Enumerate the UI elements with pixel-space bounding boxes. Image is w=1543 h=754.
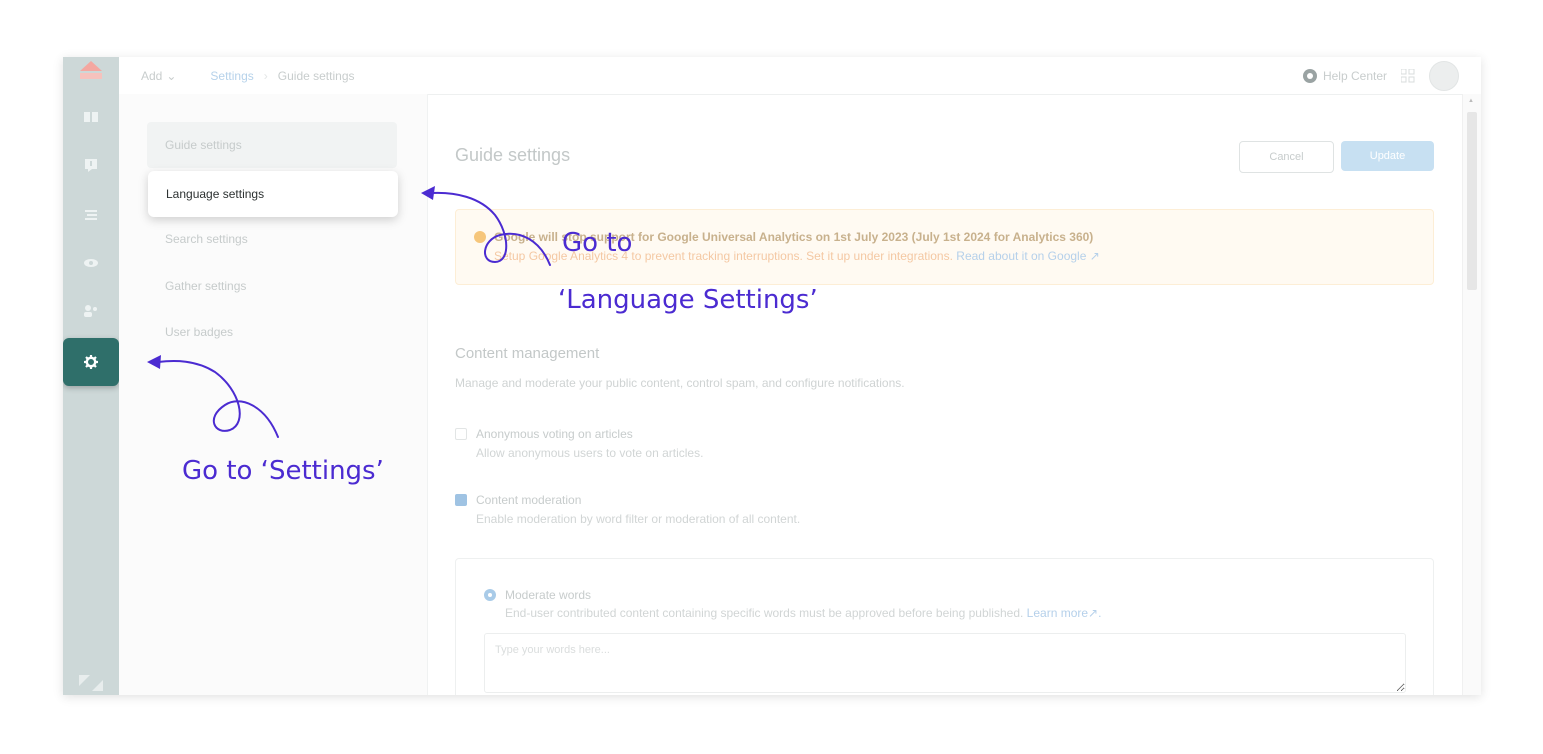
breadcrumb-current: Guide settings [277, 68, 355, 83]
lifebuoy-icon [1302, 68, 1317, 83]
moderate-words-label: Moderate words [505, 588, 592, 602]
anonymous-voting-checkbox[interactable] [455, 428, 467, 440]
subnav-item-gather-settings[interactable]: Gather settings [147, 263, 397, 309]
warning-icon [474, 231, 486, 243]
nav-settings[interactable] [63, 338, 119, 386]
anonymous-voting-description: Allow anonymous users to vote on article… [476, 446, 704, 460]
scrollbar-thumb[interactable] [1467, 112, 1477, 290]
content-moderation-label: Content moderation [476, 493, 582, 507]
main-content: Guide settings Cancel Update Google will… [427, 94, 1462, 695]
subnav-item-guide-settings[interactable]: Guide settings [147, 122, 397, 168]
guide-logo-icon[interactable] [80, 61, 102, 81]
annotation-go-to-settings: Go to ‘Settings’ [182, 456, 384, 486]
left-rail [63, 57, 119, 695]
update-button[interactable]: Update [1341, 141, 1434, 171]
moderate-words-description: End-user contributed content containing … [505, 606, 1101, 620]
nav-preview-icon[interactable] [63, 243, 119, 283]
app-window: Add ⌄ Settings › Guide settings Help Cen… [63, 57, 1481, 695]
nav-users-icon[interactable] [63, 291, 119, 331]
zendesk-logo-icon [79, 675, 103, 691]
top-bar: Add ⌄ Settings › Guide settings Help Cen… [119, 57, 1481, 95]
add-label: Add [141, 68, 163, 83]
subnav-item-language-settings[interactable]: Language settings [148, 171, 398, 217]
breadcrumb-settings-link[interactable]: Settings [210, 69, 253, 83]
users-icon [84, 305, 97, 317]
nav-arrange-icon[interactable] [63, 195, 119, 235]
moderate-words-text: End-user contributed content containing … [505, 606, 1024, 620]
subnav-item-search-settings[interactable]: Search settings [147, 216, 397, 262]
page-title: Guide settings [455, 145, 571, 165]
external-link-icon: ↗. [1088, 606, 1102, 620]
content-moderation-checkbox[interactable] [455, 494, 467, 506]
alert-icon [85, 159, 97, 172]
help-center-button[interactable]: Help Center [1302, 68, 1387, 84]
anonymous-voting-label: Anonymous voting on articles [476, 427, 633, 441]
nav-knowledge-icon[interactable] [63, 97, 119, 137]
cancel-button[interactable]: Cancel [1239, 141, 1334, 173]
list-icon [85, 210, 97, 220]
book-icon [84, 112, 98, 122]
external-link-icon: ↗ [1089, 249, 1100, 263]
moderation-options-card: Moderate words End-user contributed cont… [455, 558, 1434, 695]
gear-icon [84, 355, 98, 369]
section-description: Manage and moderate your public content,… [455, 376, 905, 390]
scroll-up-icon[interactable]: ▲ [1468, 98, 1474, 104]
nav-alerts-icon[interactable] [63, 145, 119, 185]
eye-icon [84, 259, 98, 267]
content-moderation-description: Enable moderation by word filter or mode… [476, 512, 801, 526]
breadcrumb-separator-icon: › [263, 68, 268, 83]
alert-google-link[interactable]: Read about it on Google [956, 249, 1086, 263]
scrollbar[interactable]: ▲ [1462, 94, 1481, 695]
learn-more-link[interactable]: Learn more [1027, 606, 1088, 620]
avatar[interactable] [1429, 60, 1459, 91]
settings-subnav: Guide settings Language settings Search … [119, 94, 428, 695]
subnav-item-user-badges[interactable]: User badges [147, 309, 397, 355]
annotation-go-to: Go to [562, 228, 633, 258]
add-menu-button[interactable]: Add ⌄ [141, 69, 176, 83]
annotation-language-settings: ‘Language Settings’ [558, 285, 818, 315]
chevron-down-icon: ⌄ [166, 68, 177, 83]
products-grid-icon[interactable] [1401, 68, 1415, 83]
moderate-words-input[interactable] [484, 633, 1406, 693]
section-title: Content management [455, 345, 600, 362]
help-center-label: Help Center [1322, 68, 1387, 83]
moderate-words-radio[interactable] [484, 589, 496, 601]
